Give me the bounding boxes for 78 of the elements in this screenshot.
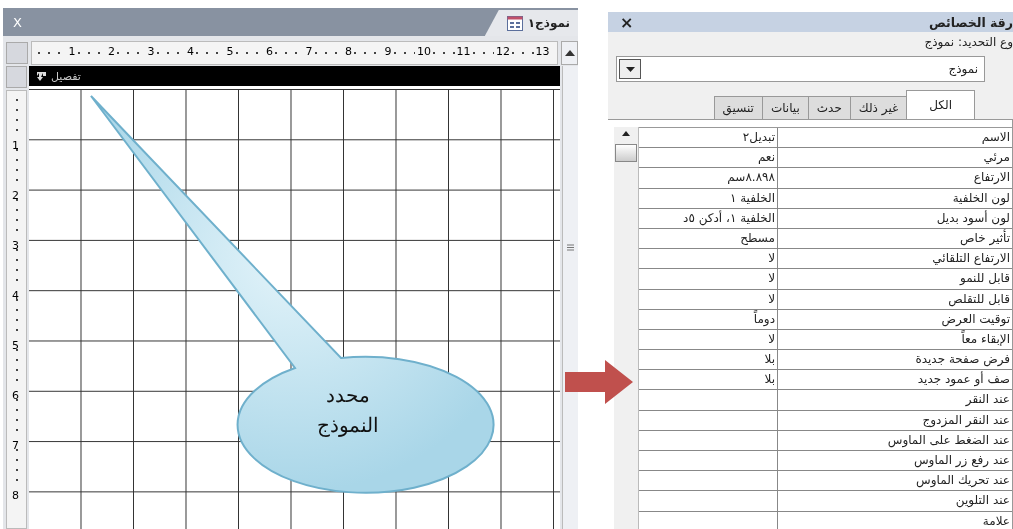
- ruler-number: 7: [303, 45, 315, 58]
- ruler-number: 5: [12, 339, 19, 352]
- close-button[interactable]: ×: [614, 12, 634, 32]
- property-name-cell: عند الضغط على الماوس: [777, 430, 1012, 450]
- form-icon: [506, 15, 523, 31]
- ruler-number: 9: [382, 45, 394, 58]
- ruler-number: 4: [12, 289, 19, 302]
- ruler-number: 7: [12, 439, 19, 452]
- property-name-cell: الارتفاع: [777, 168, 1012, 188]
- grip-icon: [567, 244, 574, 251]
- property-name-cell: قابل للتقلص: [777, 289, 1012, 309]
- ruler-number: 4: [185, 45, 196, 58]
- ruler-number: 3: [12, 239, 19, 252]
- property-name-cell: عند التلوين: [777, 491, 1012, 511]
- property-name-cell: صف أو عمود جديد: [777, 370, 1012, 390]
- ruler-number: 13: [533, 45, 552, 58]
- vertical-scrollbar[interactable]: [562, 66, 578, 529]
- ruler-number: 8: [12, 489, 19, 502]
- property-name-cell: الاسم: [777, 128, 1012, 148]
- section-header-bar[interactable]: تفصيل: [29, 66, 560, 86]
- property-tab[interactable]: بيانات: [761, 96, 809, 119]
- property-name-cell: مرئي: [777, 148, 1012, 168]
- property-value-cell[interactable]: دوماً: [639, 309, 777, 329]
- vertical-scrollbar[interactable]: [614, 127, 639, 529]
- ruler-number: 3: [145, 45, 157, 58]
- property-name-cell: علامة: [777, 511, 1012, 529]
- section-label: تفصيل: [51, 69, 81, 83]
- property-value-cell[interactable]: نعم: [639, 148, 777, 168]
- ruler-number: 2: [106, 45, 117, 58]
- property-name-cell: عند النقر المزدوج: [777, 410, 1012, 430]
- down-arrow-icon: [36, 70, 47, 82]
- property-tab[interactable]: تنسيق: [713, 96, 763, 119]
- ruler-number: 2: [12, 189, 19, 202]
- property-name-cell: عند النقر: [777, 390, 1012, 410]
- ruler-number: 10: [415, 45, 433, 58]
- property-name-cell: الارتفاع التلقائي: [777, 249, 1012, 269]
- ruler-number: 1: [12, 139, 19, 152]
- property-value-cell[interactable]: الخلفية ١، أدكن ٥د: [639, 208, 777, 228]
- property-name-cell: لون الخلفية: [777, 188, 1012, 208]
- property-value-cell[interactable]: بلا: [639, 370, 777, 390]
- ruler-number: 6: [12, 389, 19, 402]
- object-dropdown[interactable]: نموذج: [616, 56, 985, 82]
- property-name-cell: توقيت العرض: [777, 309, 1012, 329]
- property-name-cell: الإبقاء معاً: [777, 329, 1012, 350]
- scroll-up-button[interactable]: [561, 41, 578, 65]
- property-name-cell: عند تحريك الماوس: [777, 471, 1012, 491]
- ruler-number: 1: [66, 45, 78, 58]
- ruler-number: 5: [224, 45, 236, 58]
- right-arrow-icon: [565, 360, 633, 404]
- property-name-cell: لون أسود بديل: [777, 208, 1012, 228]
- up-arrow-icon: [564, 50, 575, 56]
- property-name-cell: تأثير خاص: [777, 228, 1012, 249]
- selection-type-label: وع التحديد: نموذج: [923, 34, 1013, 52]
- property-tab[interactable]: غير ذلك: [849, 96, 908, 119]
- property-value-cell[interactable]: تبديل٢: [639, 128, 777, 148]
- dropdown-arrow-icon: [625, 66, 635, 72]
- ruler-number: 12: [494, 45, 512, 58]
- property-value-cell[interactable]: لا: [639, 269, 777, 289]
- property-value-cell[interactable]: مسطح: [639, 228, 777, 249]
- property-value-cell[interactable]: لا: [639, 249, 777, 269]
- property-value-cell[interactable]: الخلفية ١: [639, 188, 777, 208]
- scroll-thumb[interactable]: [615, 144, 637, 162]
- callout-text: محدد النموذج: [316, 382, 380, 439]
- property-value-cell[interactable]: ٨.٨٩٨سم: [639, 168, 777, 188]
- property-name-cell: فرض صفحة جديدة: [777, 350, 1012, 370]
- up-arrow-icon: [622, 131, 630, 136]
- property-tab[interactable]: الكل: [906, 90, 975, 119]
- property-name-cell: قابل للنمو: [777, 269, 1012, 289]
- panel-title: رقة الخصائص: [928, 14, 1013, 30]
- property-value-cell[interactable]: بلا: [639, 350, 777, 370]
- ruler-number: 8: [343, 45, 354, 58]
- property-name-cell: عند رفع زر الماوس: [777, 451, 1012, 471]
- ruler-number: 6: [264, 45, 275, 58]
- form-tab[interactable]: نموذج١: [484, 10, 578, 36]
- ruler-number: 11: [454, 45, 473, 58]
- property-tab[interactable]: حدث: [807, 96, 851, 119]
- property-value-cell[interactable]: لا: [639, 329, 777, 350]
- property-value-cell[interactable]: لا: [639, 289, 777, 309]
